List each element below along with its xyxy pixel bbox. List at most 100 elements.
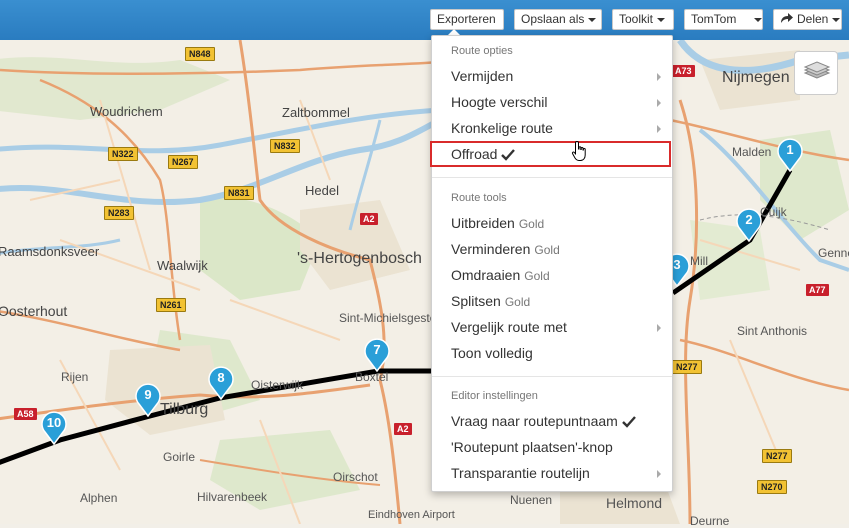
road-sign: A2 <box>394 423 412 435</box>
share-icon <box>781 13 793 23</box>
menu-divider <box>432 177 672 178</box>
road-sign: N261 <box>156 298 186 312</box>
road-sign: N283 <box>104 206 134 220</box>
waypoint-number: 1 <box>786 142 794 157</box>
place-label: Zaltbommel <box>282 105 350 120</box>
offroad-label: Offroad <box>451 146 498 162</box>
waypoint-number: 8 <box>217 370 225 385</box>
toolkit-label: Toolkit <box>619 12 654 26</box>
menu-item-offroad[interactable]: Offroad <box>451 146 516 162</box>
waypoint-pin[interactable]: 1 <box>777 138 803 172</box>
reverse-label: Omdraaien <box>451 267 521 283</box>
export-label: Exporteren <box>437 12 496 26</box>
menu-item-ask-waypoint-name[interactable]: Vraag naar routepuntnaam <box>451 413 636 429</box>
waypoint-number: 7 <box>373 342 381 357</box>
chevron-right-icon <box>657 73 661 81</box>
waypoint-number: 9 <box>144 387 152 402</box>
chevron-right-icon <box>657 324 661 332</box>
place-label: Cuijk <box>760 205 787 219</box>
road-sign: N267 <box>168 155 198 169</box>
road-sign: N848 <box>185 47 215 61</box>
chevron-down-icon <box>832 17 841 22</box>
road-sign: A77 <box>806 284 829 296</box>
save-as-button[interactable]: Opslaan als <box>514 9 602 30</box>
menu-item-extend[interactable]: Uitbreiden Gold <box>451 215 544 231</box>
layer-switcher-button[interactable] <box>794 51 838 95</box>
menu-item-elevation[interactable]: Hoogte verschil <box>451 94 548 110</box>
road-sign: N270 <box>757 480 787 494</box>
place-label: Genne <box>818 246 849 260</box>
checkmark-icon <box>501 149 516 161</box>
menu-item-split[interactable]: Splitsen Gold <box>451 293 530 309</box>
place-label: Hilvarenbeek <box>197 490 268 504</box>
share-label: Delen <box>797 12 829 26</box>
map-provider-select[interactable]: TomTom <box>684 9 763 30</box>
menu-item-compare[interactable]: Vergelijk route met <box>451 319 567 335</box>
road-sign: A73 <box>672 65 695 77</box>
place-label: Raamsdonksveer <box>0 244 100 259</box>
place-label: Sint-Michielsgeste <box>339 311 437 325</box>
waypoint-pin[interactable]: 10 <box>41 411 67 445</box>
menu-item-avoid[interactable]: Vermijden <box>451 68 513 84</box>
place-label: Rijen <box>61 370 89 384</box>
chevron-right-icon <box>657 99 661 107</box>
chevron-right-icon <box>657 125 661 133</box>
extend-label: Uitbreiden <box>451 215 515 231</box>
waypoint-pin[interactable]: 8 <box>208 366 234 400</box>
menu-item-show-full[interactable]: Toon volledig <box>451 345 533 361</box>
chevron-down-icon <box>657 17 666 22</box>
menu-item-place-waypoint-button[interactable]: 'Routepunt plaatsen'-knop <box>451 439 613 455</box>
place-label: Waalwijk <box>157 258 208 273</box>
place-label: Malden <box>732 145 772 159</box>
gold-badge: Gold <box>518 217 545 231</box>
place-label: Helmond <box>606 495 663 511</box>
map-canvas[interactable]: Nijmegen Woudrichem Zaltbommel Hedel Raa… <box>0 40 849 528</box>
waypoint-number: 10 <box>46 415 62 430</box>
share-button[interactable]: Delen <box>773 9 842 30</box>
road-sign: N831 <box>224 186 254 200</box>
road-sign: N277 <box>762 449 792 463</box>
waypoint-pin[interactable]: 9 <box>135 383 161 417</box>
gold-badge: Gold <box>504 295 531 309</box>
export-button[interactable]: Exporteren <box>430 9 504 30</box>
toolkit-dropdown-menu: Route opties Vermijden Hoogte verschil K… <box>430 35 673 492</box>
chevron-right-icon <box>657 470 661 478</box>
top-toolbar: Exporteren Opslaan als Toolkit TomTom De… <box>0 0 849 40</box>
waypoint-number: 2 <box>745 212 753 227</box>
road-sign: N322 <box>108 147 138 161</box>
place-label: Boxtel <box>355 370 389 384</box>
split-label: Splitsen <box>451 293 501 309</box>
place-label: Nijmegen <box>722 69 790 86</box>
place-label: Eindhoven Airport <box>368 509 455 521</box>
section-header-route-tools: Route tools <box>451 192 507 204</box>
place-label: Sint Anthonis <box>737 324 808 338</box>
layers-icon <box>803 61 831 79</box>
place-label: Oisterwijk <box>251 378 304 392</box>
menu-item-reverse[interactable]: Omdraaien Gold <box>451 267 550 283</box>
waypoint-pin[interactable]: 2 <box>736 208 762 242</box>
place-label: Hedel <box>305 183 339 198</box>
reduce-label: Verminderen <box>451 241 531 257</box>
waypoint-pin[interactable]: 7 <box>364 338 390 372</box>
gold-badge: Gold <box>534 243 560 257</box>
place-label: Woudrichem <box>90 104 163 119</box>
toolkit-button[interactable]: Toolkit <box>612 9 674 30</box>
road-sign: N832 <box>270 139 300 153</box>
ask-waypoint-name-label: Vraag naar routepuntnaam <box>451 413 618 429</box>
hand-cursor-icon <box>571 140 586 161</box>
menu-item-reduce[interactable]: Verminderen Gold <box>451 241 560 257</box>
menu-item-curvy-route[interactable]: Kronkelige route <box>451 120 553 136</box>
place-label: Tilburg <box>160 401 209 418</box>
menu-divider <box>432 376 672 377</box>
place-label: Goirle <box>163 450 196 464</box>
road-sign: A2 <box>360 213 378 225</box>
checkmark-icon <box>621 416 636 428</box>
chevron-down-icon <box>754 17 763 22</box>
place-label: Alphen <box>80 491 118 505</box>
place-label: Deurne <box>690 514 730 528</box>
place-label: Oosterhout <box>0 303 68 319</box>
place-label: Nuenen <box>510 493 553 507</box>
place-label: Oirschot <box>333 470 378 484</box>
chevron-down-icon <box>588 17 597 22</box>
menu-item-line-transparency[interactable]: Transparantie routelijn <box>451 465 590 481</box>
